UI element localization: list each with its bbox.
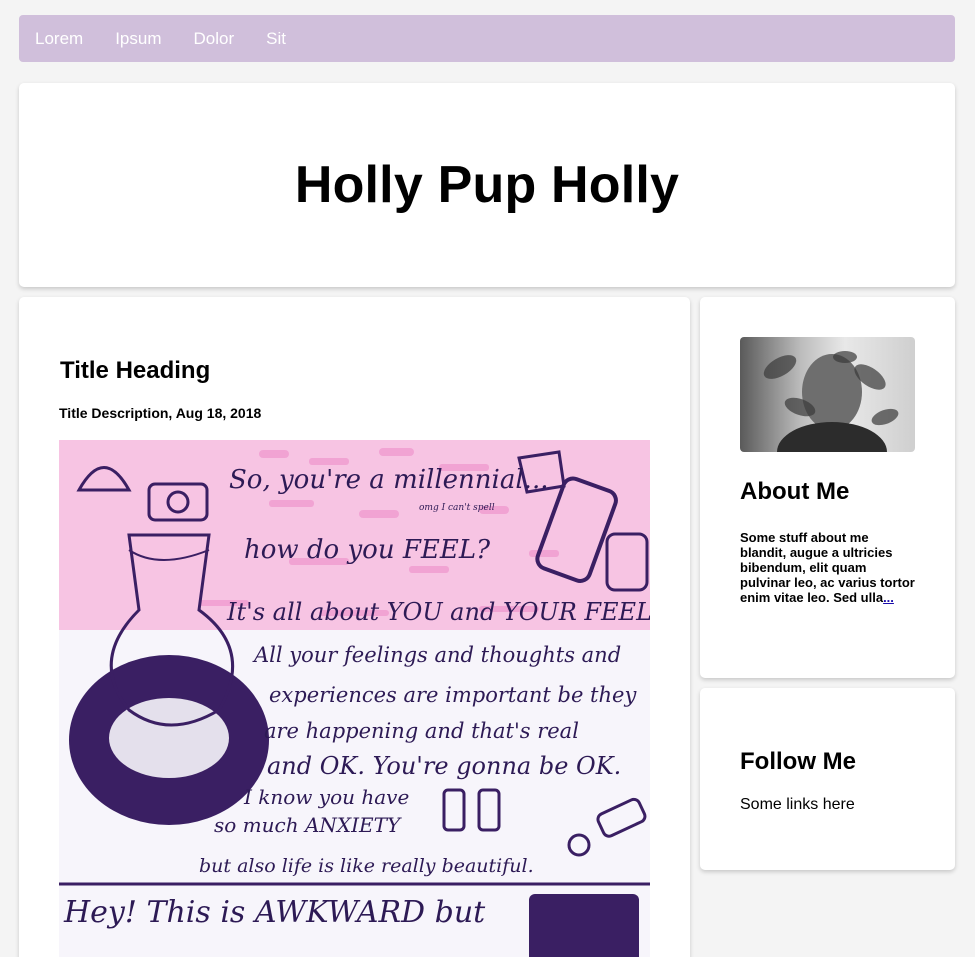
hand-text-7: are happening and that's real [264,719,579,743]
hand-text-12: Hey! This is AWKWARD but [63,895,486,930]
nav-item-lorem[interactable]: Lorem [35,29,83,49]
hand-text-9: I know you have [243,785,409,809]
hand-text-2: omg I can't spell [419,503,495,513]
site-title: Holly Pup Holly [294,156,680,214]
hand-text-1: So, you're a millennial... [229,465,548,495]
follow-card: Follow Me Some links here [700,688,955,870]
top-nav: Lorem Ipsum Dolor Sit [19,15,955,62]
hand-text-4: It's all about YOU and YOUR FEELINGS [226,598,650,626]
post-card: Title Heading Title Description, Aug 18,… [19,297,690,957]
about-heading: About Me [740,478,850,505]
post-description: Title Description, Aug 18, 2018 [59,405,262,421]
nav-item-dolor[interactable]: Dolor [193,29,234,49]
follow-text: Some links here [740,796,855,813]
site-header: Holly Pup Holly [19,83,955,287]
hand-text-11: but also life is like really beautiful. [199,855,534,877]
post-title: Title Heading [60,357,211,384]
nav-item-sit[interactable]: Sit [266,29,286,49]
nav-item-ipsum[interactable]: Ipsum [115,29,161,49]
hand-text-10: so much ANXIETY [214,813,402,837]
follow-heading: Follow Me [740,748,856,775]
about-text: Some stuff about me blandit, augue a ult… [740,530,915,605]
illustration: So, you're a millennial... omg I can't s… [59,440,650,957]
about-card: About Me Some stuff about me blandit, au… [700,297,955,678]
about-more-link[interactable]: ... [883,590,894,605]
profile-photo [740,337,915,452]
post-image: So, you're a millennial... omg I can't s… [59,440,650,957]
hand-text-8: and OK. You're gonna be OK. [267,752,621,780]
hand-text-3: how do you FEEL? [244,535,491,565]
hand-text-6: experiences are important be they [269,683,637,707]
hand-text-5: All your feelings and thoughts and [252,643,621,667]
